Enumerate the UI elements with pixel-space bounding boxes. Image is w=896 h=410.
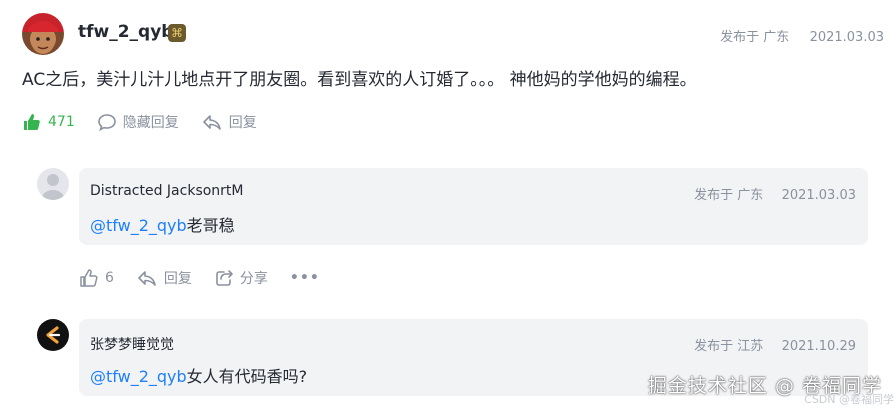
more-icon: ••• xyxy=(289,270,320,286)
avatar[interactable] xyxy=(37,168,69,200)
post-actions: 471 隐藏回复 回复 xyxy=(22,110,257,134)
reply-date: 2021.03.03 xyxy=(781,188,856,203)
like-count: 6 xyxy=(105,270,114,286)
reply-body: 女人有代码香吗? xyxy=(186,367,308,386)
reply-username[interactable]: 张梦梦睡觉觉 xyxy=(90,334,174,354)
post-username[interactable]: tfw_2_qyb xyxy=(78,22,173,42)
like-button[interactable]: 6 xyxy=(79,268,114,288)
reply-arrow-icon xyxy=(201,112,223,132)
reply-body: 老哥稳 xyxy=(186,216,235,235)
reply-text: @tfw_2_qyb女人有代码香吗? xyxy=(90,363,307,387)
reply-location: 发布于 广东 xyxy=(694,188,764,203)
share-icon xyxy=(214,268,234,288)
avatar[interactable] xyxy=(22,13,64,55)
thumbs-up-icon xyxy=(79,268,99,288)
hide-reply-button[interactable]: 隐藏回复 xyxy=(97,112,179,132)
post-location: 发布于 广东 xyxy=(720,30,790,45)
reply-location: 发布于 江苏 xyxy=(694,339,764,354)
post-text: AC之后，美汁儿汁儿地点开了朋友圈。看到喜欢的人订婚了。。。 神他妈的学他妈的编… xyxy=(22,70,697,90)
post-meta: 发布于 广东 2021.03.03 xyxy=(720,26,884,45)
reply-username[interactable]: Distracted JacksonrtM xyxy=(90,183,244,199)
reply-label: 回复 xyxy=(163,271,192,287)
share-label: 分享 xyxy=(239,271,268,287)
reply-label: 回复 xyxy=(228,115,257,131)
watermark-sub: CSDN @卷福同学 xyxy=(804,393,894,406)
reply-button[interactable]: 回复 xyxy=(201,112,257,132)
like-button[interactable]: 471 xyxy=(22,112,75,132)
hide-reply-label: 隐藏回复 xyxy=(122,115,179,131)
comment-icon xyxy=(97,112,117,132)
reply-date: 2021.10.29 xyxy=(781,339,856,354)
thumbs-up-icon xyxy=(22,112,42,132)
reply-text: @tfw_2_qyb老哥稳 xyxy=(90,212,235,236)
reply-actions: 6 回复 分享 ••• xyxy=(79,266,320,290)
level-badge-icon: ⌘ xyxy=(168,24,186,42)
reply-meta: 发布于 广东 2021.03.03 xyxy=(694,184,856,203)
reply-meta: 发布于 江苏 2021.10.29 xyxy=(694,335,856,354)
post-date: 2021.03.03 xyxy=(809,30,884,45)
mention-link[interactable]: @tfw_2_qyb xyxy=(90,216,187,235)
share-button[interactable]: 分享 xyxy=(214,268,268,288)
reply-button[interactable]: 回复 xyxy=(136,268,192,288)
more-button[interactable]: ••• xyxy=(290,270,320,286)
mention-link[interactable]: @tfw_2_qyb xyxy=(90,367,187,386)
avatar[interactable] xyxy=(37,319,69,351)
reply-arrow-icon xyxy=(136,268,158,288)
reply-card: Distracted JacksonrtM 发布于 广东 2021.03.03 … xyxy=(79,168,868,245)
like-count: 471 xyxy=(48,114,75,130)
